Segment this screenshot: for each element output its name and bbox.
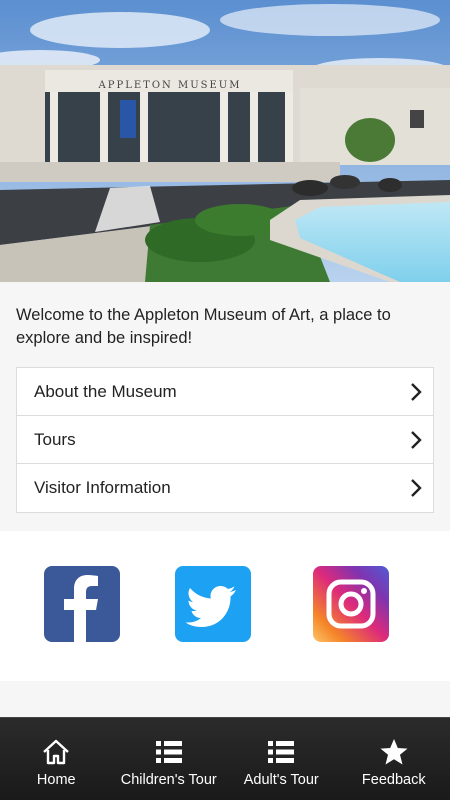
bottom-tab-bar: Home Children's Tour Adult's Tour Feedba… xyxy=(0,717,450,800)
tab-childrens-tour[interactable]: Children's Tour xyxy=(113,718,226,800)
tab-adults-tour[interactable]: Adult's Tour xyxy=(225,718,338,800)
tab-feedback[interactable]: Feedback xyxy=(338,718,450,800)
home-icon xyxy=(43,739,70,765)
menu-item-label: About the Museum xyxy=(34,381,177,401)
welcome-text: Welcome to the Appleton Museum of Art, a… xyxy=(16,306,391,347)
instagram-icon[interactable] xyxy=(313,566,389,642)
building-sign: APPLETON MUSEUM xyxy=(98,80,242,91)
tab-label: Feedback xyxy=(361,772,426,788)
main-menu: About the Museum Tours Visitor Informati… xyxy=(16,367,434,513)
menu-item-tours[interactable]: Tours xyxy=(17,416,433,464)
tab-home[interactable]: Home xyxy=(0,718,113,800)
chevron-right-icon xyxy=(411,479,422,497)
menu-item-visitor-information[interactable]: Visitor Information xyxy=(17,464,433,512)
museum-hero-image: APPLETON MUSEUM xyxy=(0,0,450,282)
menu-item-about-museum[interactable]: About the Museum xyxy=(17,368,433,416)
tab-label: Adult's Tour xyxy=(243,772,319,788)
star-icon xyxy=(380,739,408,765)
chevron-right-icon xyxy=(411,430,422,449)
list-icon xyxy=(155,741,182,763)
tab-label: Children's Tour xyxy=(120,772,217,788)
menu-item-label: Tours xyxy=(34,429,76,449)
social-links xyxy=(0,531,450,681)
menu-item-label: Visitor Information xyxy=(34,478,171,497)
chevron-right-icon xyxy=(411,382,422,401)
tab-label: Home xyxy=(36,772,76,788)
list-icon xyxy=(268,741,295,763)
twitter-icon[interactable] xyxy=(175,566,251,642)
facebook-icon[interactable] xyxy=(44,566,120,642)
